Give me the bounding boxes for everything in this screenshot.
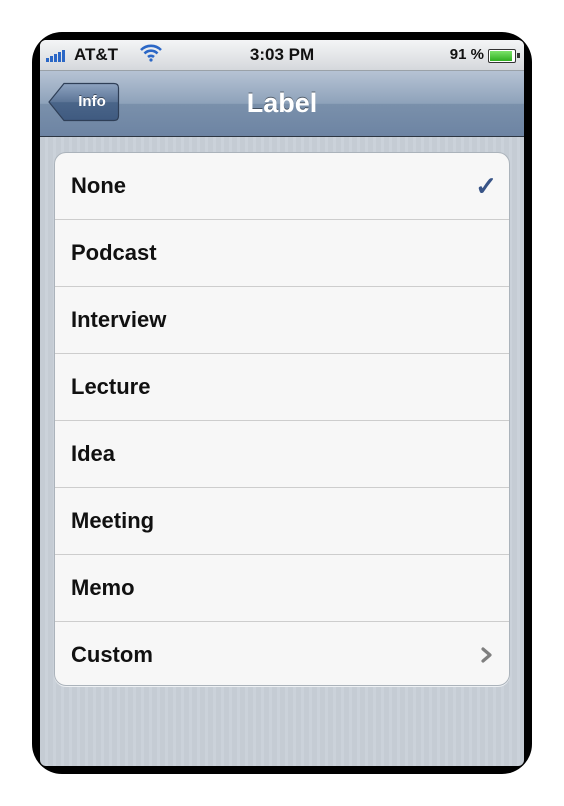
list-item-label: Interview [71, 307, 167, 332]
list-item-label: Lecture [71, 374, 151, 399]
list-item-podcast[interactable]: Podcast [55, 220, 509, 287]
page-title: Label [246, 88, 318, 118]
list-item-label: Idea [71, 441, 116, 466]
back-button-label: Info [78, 93, 106, 110]
battery-icon [488, 49, 516, 63]
battery-level-fill [490, 51, 512, 61]
list-item-meeting[interactable]: Meeting [55, 488, 509, 555]
list-item-label: Podcast [71, 240, 157, 265]
list-item-none[interactable]: None ✓ [55, 153, 509, 220]
checkmark-icon: ✓ [475, 171, 497, 201]
list-item-lecture[interactable]: Lecture [55, 354, 509, 421]
battery-percentage: 91 % [449, 46, 484, 63]
list-item-memo[interactable]: Memo [55, 555, 509, 622]
list-item-custom[interactable]: Custom [55, 622, 509, 685]
list-item-label: Meeting [71, 508, 155, 533]
list-item-label: Custom [71, 642, 153, 667]
label-options-list: None ✓ Podcast Interview Lecture Idea Meeting M… [54, 152, 510, 686]
list-item-idea[interactable]: Idea [55, 421, 509, 488]
status-bar: AT&T 3:03 PM 91 % [40, 40, 524, 71]
list-item-label: Memo [71, 575, 135, 600]
list-item-label: None [71, 173, 126, 198]
battery-tip [517, 53, 520, 58]
screen: AT&T 3:03 PM 91 % Info Label None ✓ Podc… [40, 40, 524, 766]
navigation-bar: Info Label [40, 71, 524, 137]
back-button[interactable]: Info [48, 82, 120, 122]
chevron-right-icon [481, 647, 492, 663]
list-item-interview[interactable]: Interview [55, 287, 509, 354]
